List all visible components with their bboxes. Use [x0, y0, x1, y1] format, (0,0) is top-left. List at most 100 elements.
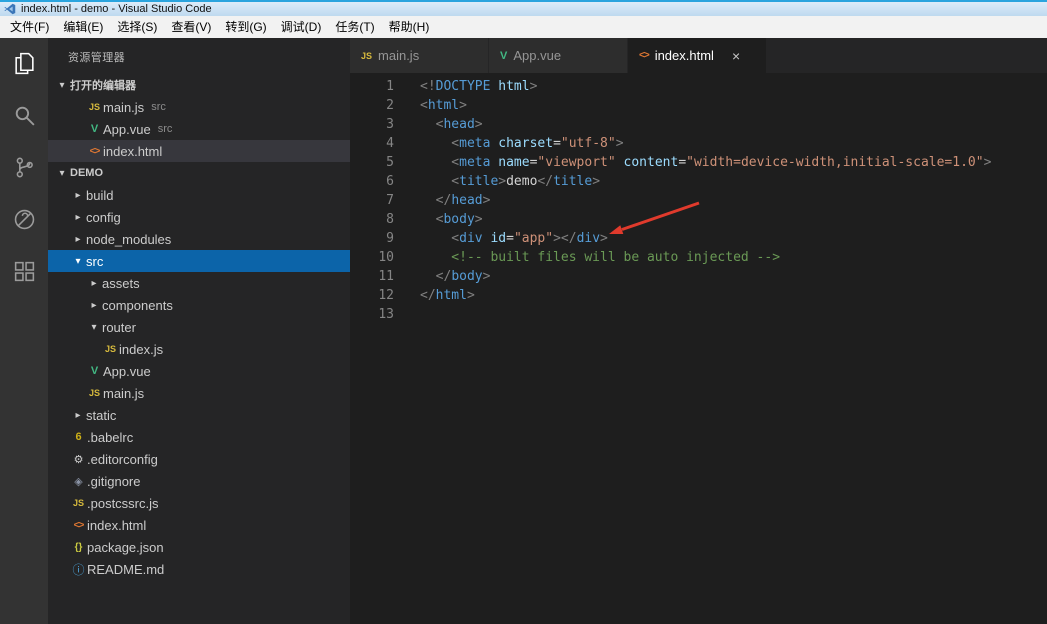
explorer-icon[interactable] — [12, 51, 37, 76]
file-detail: src — [157, 123, 173, 135]
item-label: README.md — [87, 561, 165, 577]
code-line[interactable]: 13 — [350, 305, 1047, 324]
menu-item[interactable]: 编辑(E) — [56, 16, 110, 38]
tab-App.vue[interactable]: V App.vue — [489, 38, 628, 73]
line-number: 12 — [378, 288, 394, 303]
js-file-icon: JS — [361, 50, 373, 61]
line-number: 5 — [386, 155, 394, 170]
tab-label: index.html — [654, 48, 714, 63]
chevron-down-icon: ▾ — [59, 79, 65, 91]
code-text: <meta name="viewport" content="width=dev… — [420, 155, 992, 170]
sidebar-title: 资源管理器 — [68, 52, 125, 64]
file-README.md[interactable]: ⓘ README.md — [48, 558, 350, 580]
file-label: main.js — [103, 99, 145, 115]
folder-static[interactable]: ▸ static — [48, 404, 350, 426]
file-package.json[interactable]: {} package.json — [48, 536, 350, 558]
debug-icon[interactable] — [12, 207, 37, 232]
menu-item[interactable]: 选择(S) — [110, 16, 164, 38]
open-editor-index.html[interactable]: <> index.html — [48, 140, 350, 162]
folder-config[interactable]: ▸ config — [48, 206, 350, 228]
file-tree: ▸ build ▸ config ▸ node_modules ▾ src ▸ assets ▸ co… — [48, 184, 350, 580]
project-root-header[interactable]: ▾ DEMO — [48, 162, 350, 184]
code-line[interactable]: 5 <meta name="viewport" content="width=d… — [350, 153, 1047, 172]
window-title: index.html - demo - Visual Studio Code — [21, 3, 212, 15]
file-.editorconfig[interactable]: ⚙ .editorconfig — [48, 448, 350, 470]
code-line[interactable]: 10 <!-- built files will be auto injecte… — [350, 248, 1047, 267]
file-label: App.vue — [103, 121, 151, 137]
folder-src[interactable]: ▾ src — [48, 250, 350, 272]
file-.postcssrc.js[interactable]: JS .postcssrc.js — [48, 492, 350, 514]
menu-item[interactable]: 查看(V) — [164, 16, 218, 38]
chevron-down-icon: ▾ — [91, 321, 97, 333]
code-line[interactable]: 4 <meta charset="utf-8"> — [350, 134, 1047, 153]
line-number: 1 — [386, 79, 394, 94]
open-editor-App.vue[interactable]: V App.vue src — [48, 118, 350, 140]
file-.gitignore[interactable]: ◈ .gitignore — [48, 470, 350, 492]
code-line[interactable]: 3 <head> — [350, 115, 1047, 134]
folder-components[interactable]: ▸ components — [48, 294, 350, 316]
html-file-icon: <> — [73, 519, 85, 531]
menu-bar: 文件(F) 编辑(E) 选择(S) 查看(V) 转到(G) 调试(D) 任务(T) 帮助(H) — [0, 16, 1047, 38]
item-label: index.html — [87, 517, 147, 533]
file-index.html[interactable]: <> index.html — [48, 514, 350, 536]
html-file-icon: <> — [639, 50, 650, 61]
code-line[interactable]: 12 </html> — [350, 286, 1047, 305]
close-icon[interactable]: × — [732, 48, 740, 64]
vue-file-icon: V — [90, 365, 99, 377]
code-text: <div id="app"></div> — [420, 231, 608, 246]
code-line[interactable]: 2 <html> — [350, 96, 1047, 115]
file-main.js[interactable]: JS main.js — [48, 382, 350, 404]
item-label: static — [86, 407, 117, 423]
line-number: 11 — [378, 269, 394, 284]
item-label: main.js — [103, 385, 145, 401]
search-icon[interactable] — [12, 103, 37, 128]
code-text: <head> — [420, 117, 483, 132]
item-label: App.vue — [103, 363, 151, 379]
code-text: </head> — [420, 193, 491, 208]
code-text: <body> — [420, 212, 483, 227]
line-number: 3 — [386, 117, 394, 132]
item-label: assets — [102, 275, 140, 291]
git-file-icon: ◈ — [74, 475, 83, 488]
item-label: .gitignore — [87, 473, 141, 489]
folder-node_modules[interactable]: ▸ node_modules — [48, 228, 350, 250]
file-index.js[interactable]: JS index.js — [48, 338, 350, 360]
source-control-icon[interactable] — [12, 155, 37, 180]
js-file-icon: JS — [88, 102, 100, 112]
line-number: 6 — [386, 174, 394, 189]
open-editors-header[interactable]: ▾ 打开的编辑器 — [48, 74, 350, 96]
tab-main.js[interactable]: JS main.js — [350, 38, 489, 73]
folder-router[interactable]: ▾ router — [48, 316, 350, 338]
line-number: 9 — [386, 231, 394, 246]
project-root-label: DEMO — [70, 167, 103, 179]
open-editor-main.js[interactable]: JS main.js src — [48, 96, 350, 118]
code-line[interactable]: 7 </head> — [350, 191, 1047, 210]
folder-assets[interactable]: ▸ assets — [48, 272, 350, 294]
vscode-logo-icon — [4, 3, 16, 15]
js-file-icon: JS — [72, 498, 84, 508]
item-label: config — [86, 209, 121, 225]
js-file-icon: JS — [88, 388, 100, 398]
menu-item[interactable]: 任务(T) — [328, 16, 381, 38]
menu-item[interactable]: 转到(G) — [218, 16, 273, 38]
tab-index.html[interactable]: <> index.html × — [628, 38, 767, 73]
file-App.vue[interactable]: V App.vue — [48, 360, 350, 382]
file-.babelrc[interactable]: 6 .babelrc — [48, 426, 350, 448]
menu-item[interactable]: 文件(F) — [3, 16, 56, 38]
editorconfig-file-icon: ⚙ — [73, 453, 84, 466]
code-line[interactable]: 8 <body> — [350, 210, 1047, 229]
line-number: 2 — [386, 98, 394, 113]
extensions-icon[interactable] — [12, 259, 37, 284]
code-line[interactable]: 6 <title>demo</title> — [350, 172, 1047, 191]
menu-item[interactable]: 帮助(H) — [382, 16, 437, 38]
chevron-right-icon: ▸ — [91, 277, 97, 289]
code-line[interactable]: 9 <div id="app"></div> — [350, 229, 1047, 248]
code-line[interactable]: 1 <!DOCTYPE html> — [350, 77, 1047, 96]
open-editors-label: 打开的编辑器 — [70, 80, 136, 92]
code-editor[interactable]: 1 <!DOCTYPE html> 2 <html> 3 <head> 4 <meta c… — [350, 73, 1047, 624]
item-label: .editorconfig — [87, 451, 158, 467]
code-line[interactable]: 11 </body> — [350, 267, 1047, 286]
item-label: router — [102, 319, 136, 335]
folder-build[interactable]: ▸ build — [48, 184, 350, 206]
menu-item[interactable]: 调试(D) — [274, 16, 329, 38]
